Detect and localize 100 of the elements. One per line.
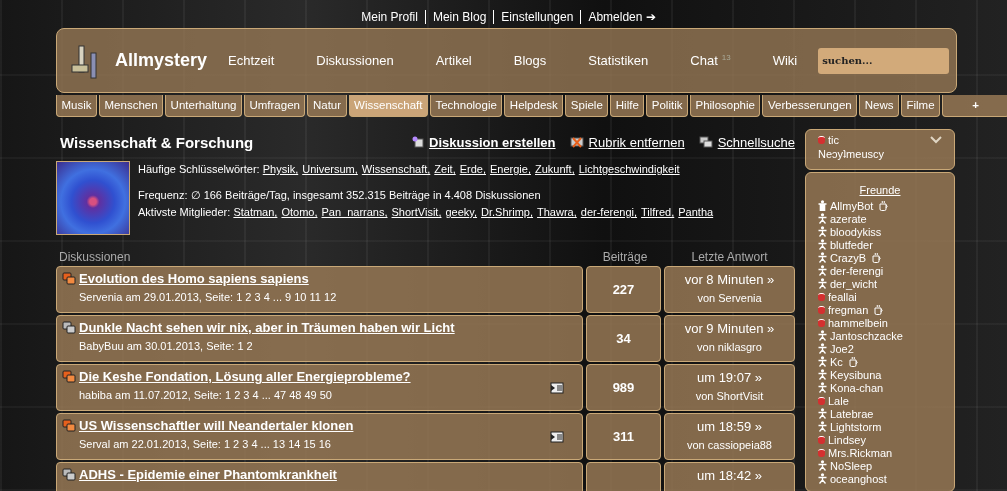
frequency-text: Frequenz: ∅ 166 Beiträge/Tag, insgesamt 352.315 Beiträge in 4.408 Diskussionen (138, 189, 542, 202)
category-tab[interactable]: News (859, 95, 899, 117)
friend-link[interactable]: CrazyB (830, 251, 867, 264)
friend-link[interactable]: Lindsey (828, 433, 866, 446)
member-link[interactable]: Dr.Shrimp, (481, 206, 534, 218)
keyword-link[interactable]: Zukunft, (535, 163, 575, 175)
friend-link[interactable]: azerate (830, 212, 867, 225)
nav-link[interactable]: Echtzeit (207, 52, 296, 69)
keyword-link[interactable]: Wissenschaft, (361, 163, 431, 175)
nav-link[interactable]: Blogs (492, 52, 568, 69)
friend-link[interactable]: Joe2 (830, 342, 854, 355)
keyword-link[interactable]: Zeit, (434, 163, 456, 175)
member-link[interactable]: der-ferengi, (580, 206, 638, 218)
member-link[interactable]: Statman, (233, 206, 278, 218)
friend-link[interactable]: Latebrae (830, 407, 874, 420)
posts-cell: 227 (586, 266, 661, 313)
friend-link[interactable]: Lale (828, 394, 849, 407)
category-tab[interactable]: Menschen (99, 95, 164, 117)
posts-cell: 989 (586, 364, 661, 411)
friend-link[interactable]: Kona-chan (830, 381, 884, 394)
member-link[interactable]: Pan_narrans, (321, 206, 388, 218)
friend-link[interactable]: feallai (828, 290, 857, 303)
friend-link[interactable]: hammelbein (828, 316, 888, 329)
member-link[interactable]: Thawra, (537, 206, 577, 218)
category-tab[interactable]: Helpdesk (504, 95, 564, 117)
column-header: Diskussionen (58, 250, 132, 264)
nav-link[interactable]: Artikel (414, 52, 493, 69)
column-header: Letzte Antwort (690, 250, 769, 264)
friend-link[interactable]: NoSleep (830, 459, 873, 472)
last-reply-author: von niklasgro (697, 341, 762, 353)
topic-link[interactable]: Dunkle Nacht sehen wir nix, aber in Träumen haben wir Licht (79, 320, 455, 335)
category-tab[interactable]: Verbesserungen (762, 95, 858, 117)
member-link[interactable]: Pantha (678, 206, 714, 218)
friend-link[interactable]: Mrs.Rickman (828, 446, 893, 459)
keyword-link[interactable]: Energie, (490, 163, 531, 175)
keyword-link[interactable]: Lichtgeschwindigkeit (578, 163, 680, 175)
category-tab[interactable]: Filme (901, 95, 941, 117)
site-name[interactable]: Allmystery (115, 50, 208, 71)
chevron-down-icon[interactable] (930, 136, 942, 144)
friend-link[interactable]: Jantoschzacke (830, 329, 903, 342)
topic-link[interactable]: ADHS - Epidemie einer Phantomkrankheit (79, 467, 337, 482)
last-reply-author: von ShortVisit (695, 390, 764, 402)
topic-link[interactable]: Evolution des Homo sapiens sapiens (79, 271, 309, 286)
last-reply-author: von cassiopeia88 (687, 439, 772, 451)
friend-link[interactable]: Lightstorm (830, 420, 882, 433)
member-link[interactable]: ShortVisit, (391, 206, 442, 218)
members-line: Aktivste Mitglieder: Statman, Otomo, Pan_narrans, ShortVisit, geeky, Dr.Shrimp, Thawra, der-ferengi, Tilfred, Pantha (138, 206, 715, 218)
category-tab[interactable]: Philosophie (690, 95, 761, 117)
category-tab[interactable]: Spiele (565, 95, 609, 117)
keyword-link[interactable]: Universum, (302, 163, 358, 175)
posts-cell: 311 (586, 413, 661, 460)
member-link[interactable]: geeky, (445, 206, 478, 218)
last-reply-link[interactable]: um 18:42 » (696, 468, 762, 483)
friend-link[interactable]: der_wicht (830, 277, 878, 290)
last-reply-link[interactable]: vor 9 Minuten » (684, 321, 775, 336)
keyword-link[interactable]: Physik, (262, 163, 299, 175)
member-link[interactable]: Otomo, (281, 206, 318, 218)
friend-link[interactable]: AllmyBot (830, 199, 874, 212)
friend-link[interactable]: fregman (828, 303, 869, 316)
category-tab[interactable]: Technologie (429, 95, 503, 117)
category-tab[interactable]: Musik (56, 95, 98, 117)
last-reply-link[interactable]: um 18:59 » (696, 419, 762, 434)
last-reply-link[interactable]: um 19:07 » (696, 370, 762, 385)
category-tab[interactable]: Umfragen (243, 95, 306, 117)
last-reply-link[interactable]: vor 8 Minuten » (684, 272, 775, 287)
top-link[interactable]: Abmelden ➔ (580, 10, 656, 24)
speech-bubbles-icon (698, 136, 713, 148)
friends-heading[interactable]: Freunde (859, 184, 901, 196)
friend-link[interactable]: blutfeder (830, 238, 873, 251)
action-link[interactable]: Diskussion erstellen (412, 134, 556, 150)
top-link[interactable]: Einstellungen (493, 10, 574, 24)
category-tab[interactable]: + (942, 95, 1007, 117)
friend-link[interactable]: bloodykiss (830, 225, 882, 238)
friend-link[interactable]: der-ferengi (830, 264, 884, 277)
section-title: Wissenschaft & Forschung (60, 133, 254, 151)
category-tab[interactable]: Hilfe (610, 95, 645, 117)
category-tab[interactable]: Unterhaltung (165, 95, 242, 117)
search-field[interactable]: suchen... (818, 47, 950, 74)
column-header: Beiträge (601, 250, 649, 264)
nav-link[interactable]: Diskussionen (295, 52, 415, 69)
nav-link[interactable]: Chat $^{13}$ (669, 52, 752, 69)
nav-link[interactable]: Wiki (751, 52, 819, 69)
user-motto: Neɔyʇmeuscy (818, 148, 886, 160)
nav-link[interactable]: Statistiken (567, 52, 670, 69)
keyword-link[interactable]: Erde, (459, 163, 486, 175)
topic-link[interactable]: Die Keshe Fondation, Lösung aller Energieprobleme? (79, 369, 411, 384)
category-tab[interactable]: Politik (646, 95, 688, 117)
topic-link[interactable]: US Wissenschaftler will Neandertaler klonen (79, 418, 354, 433)
topic-meta: Serval am 22.01.2013, Seite: 1 2 3 4 ... 13 14 15 16 (79, 438, 332, 450)
friend-link[interactable]: oceanghost (830, 472, 887, 485)
top-link[interactable]: Mein Blog (424, 10, 487, 24)
friend-link[interactable]: Kc (830, 355, 843, 368)
user-name[interactable]: tic (828, 134, 839, 146)
friend-link[interactable]: Keysibuna (830, 368, 882, 381)
category-tab[interactable]: Natur (307, 95, 347, 117)
member-link[interactable]: Tilfred, (641, 206, 675, 218)
top-link[interactable]: Mein Profil (361, 10, 418, 24)
action-link[interactable]: Rubrik entfernen (569, 134, 685, 150)
new-topic-icon (412, 136, 425, 148)
action-link[interactable]: Schnellsuche (698, 134, 795, 150)
